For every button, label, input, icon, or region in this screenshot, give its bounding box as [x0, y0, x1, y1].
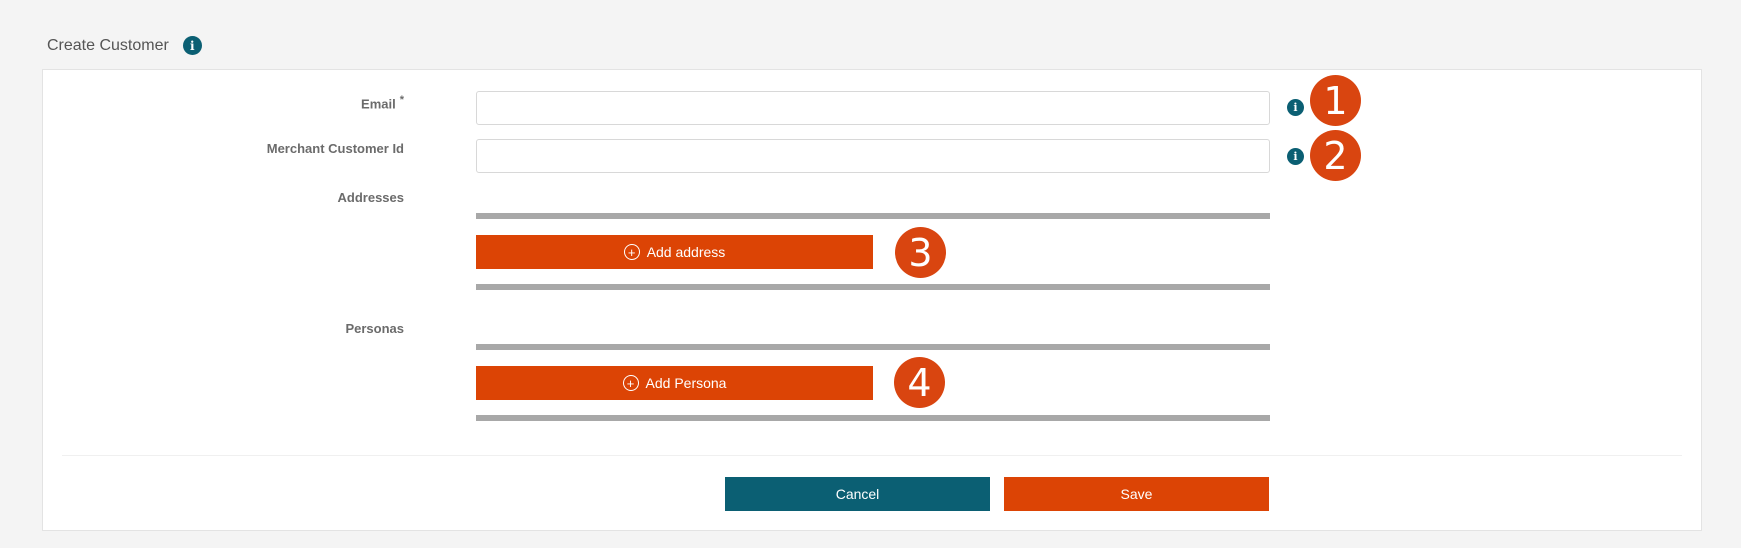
merchant-customer-id-info-icon[interactable]: i — [1287, 148, 1304, 165]
personas-bottom-rule — [476, 415, 1270, 421]
info-icon[interactable]: i — [182, 36, 202, 55]
cancel-button[interactable]: Cancel — [725, 477, 990, 511]
email-label-text: Email — [361, 96, 396, 112]
form-divider — [62, 455, 1682, 456]
callout-4: 4 — [894, 357, 945, 408]
callout-3: 3 — [895, 227, 946, 278]
addresses-label: Addresses — [337, 190, 404, 205]
add-address-label: Add address — [646, 244, 726, 260]
addresses-bottom-rule — [476, 284, 1270, 290]
save-button[interactable]: Save — [1004, 477, 1269, 511]
email-info-icon[interactable]: i — [1287, 99, 1304, 116]
add-persona-label: Add Persona — [645, 375, 727, 391]
add-persona-button[interactable]: + Add Persona — [476, 366, 873, 400]
add-address-button[interactable]: + Add address — [476, 235, 873, 269]
page-header: Create Customer i — [47, 36, 202, 55]
personas-top-rule — [476, 344, 1270, 350]
personas-label: Personas — [345, 321, 404, 336]
plus-circle-icon: + — [623, 244, 640, 260]
addresses-top-rule — [476, 213, 1270, 219]
email-field[interactable] — [476, 91, 1270, 125]
email-label: Email * — [361, 94, 404, 111]
merchant-customer-id-field[interactable] — [476, 139, 1270, 173]
merchant-customer-id-label: Merchant Customer Id — [266, 141, 404, 156]
create-customer-form: Email * i 1 Merchant Customer Id i 2 Addr… — [42, 69, 1702, 531]
plus-circle-icon: + — [622, 375, 639, 391]
callout-2: 2 — [1310, 130, 1361, 181]
callout-1: 1 — [1310, 75, 1361, 126]
page-title: Create Customer — [47, 36, 169, 54]
required-marker: * — [399, 94, 404, 106]
